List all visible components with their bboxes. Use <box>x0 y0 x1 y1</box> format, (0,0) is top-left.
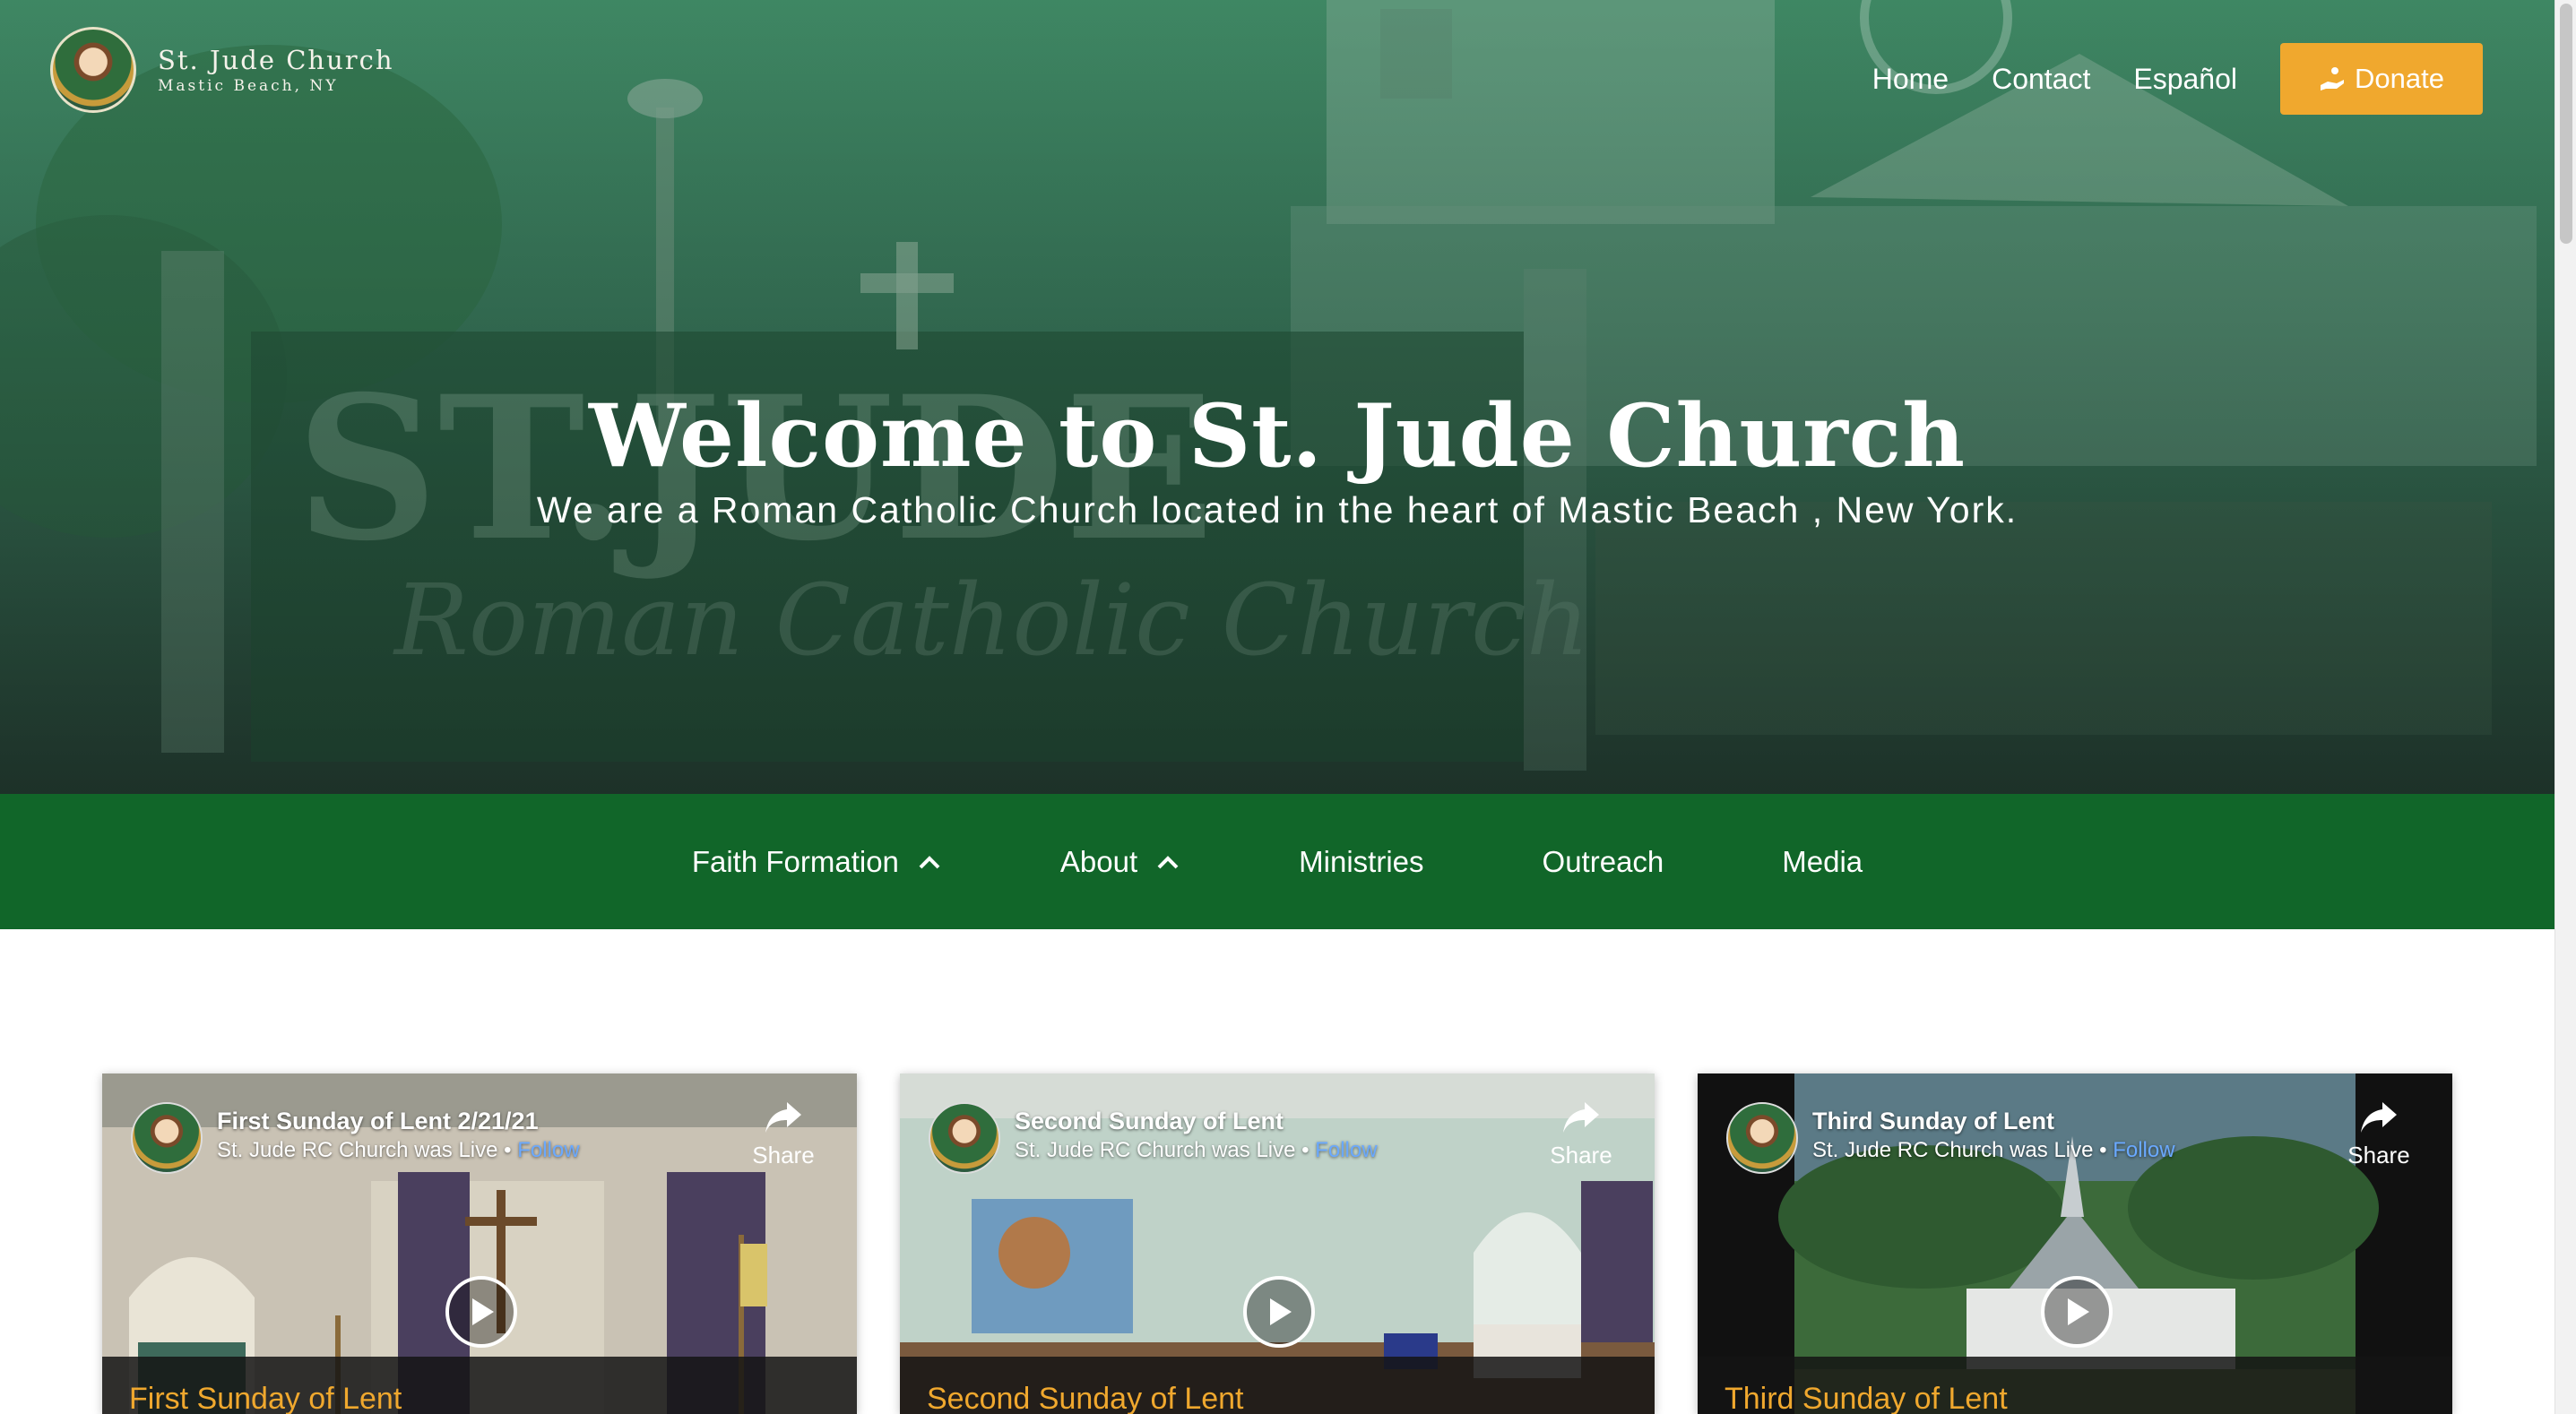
share-arrow-icon <box>2361 1102 2397 1133</box>
play-icon <box>472 1298 494 1325</box>
nav-faith-formation-label: Faith Formation <box>691 844 899 878</box>
nav-home-link[interactable]: Home <box>1872 63 1949 96</box>
scrollbar-thumb[interactable] <box>2560 4 2572 244</box>
video-title[interactable]: First Sunday of Lent 2/21/21 <box>217 1108 539 1135</box>
video-title[interactable]: Third Sunday of Lent <box>1812 1108 2054 1135</box>
follow-link[interactable]: Follow <box>2113 1138 2174 1162</box>
top-navigation: Home Contact Español Donate <box>1829 43 2483 115</box>
follow-link[interactable]: Follow <box>1315 1138 1377 1162</box>
play-button[interactable] <box>1243 1276 1315 1348</box>
video-caption: Third Sunday of Lent <box>1698 1357 2452 1414</box>
nav-outreach-label: Outreach <box>1542 844 1664 878</box>
play-icon <box>2068 1298 2089 1325</box>
share-arrow-icon <box>765 1102 801 1133</box>
video-channel-line: St. Jude RC Church was Live • Follow <box>1015 1138 1378 1163</box>
st-jude-logo-icon <box>50 27 136 113</box>
video-card[interactable]: Third Sunday of Lent St. Jude RC Church … <box>1698 1073 2452 1414</box>
nav-faith-formation[interactable]: Faith Formation <box>692 845 942 879</box>
brand-text: St. Jude Church Mastic Beach, NY <box>158 45 394 95</box>
channel-status: St. Jude RC Church was Live • <box>217 1138 512 1162</box>
nav-about-label: About <box>1059 844 1138 878</box>
chevron-up-icon <box>1157 855 1179 868</box>
donate-label: Donate <box>2355 63 2444 94</box>
nav-about[interactable]: About <box>1060 845 1180 879</box>
hero-title: Welcome to St. Jude Church <box>588 385 1967 487</box>
video-channel-line: St. Jude RC Church was Live • Follow <box>1812 1138 2175 1163</box>
channel-avatar[interactable] <box>929 1102 1000 1174</box>
video-card[interactable]: First Sunday of Lent 2/21/21 St. Jude RC… <box>102 1073 857 1414</box>
chevron-up-icon <box>919 855 940 868</box>
nav-media-label: Media <box>1782 844 1863 878</box>
donate-button[interactable]: Donate <box>2280 43 2483 115</box>
nav-media[interactable]: Media <box>1782 845 1863 879</box>
channel-avatar[interactable] <box>131 1102 203 1174</box>
nav-outreach[interactable]: Outreach <box>1543 845 1664 879</box>
brand-logo-link[interactable]: St. Jude Church Mastic Beach, NY <box>50 27 394 113</box>
hand-donate-icon <box>2321 67 2345 91</box>
brand-location: Mastic Beach, NY <box>158 77 339 95</box>
play-icon <box>1270 1298 1292 1325</box>
nav-espanol-link[interactable]: Español <box>2133 63 2237 96</box>
video-caption: First Sunday of Lent <box>102 1357 857 1414</box>
nav-ministries-label: Ministries <box>1299 844 1424 878</box>
video-channel-line: St. Jude RC Church was Live • Follow <box>217 1138 580 1163</box>
video-card[interactable]: Second Sunday of Lent St. Jude RC Church… <box>900 1073 1655 1414</box>
video-caption: Second Sunday of Lent <box>900 1357 1655 1414</box>
share-button[interactable]: Share <box>2343 1100 2415 1169</box>
nav-ministries[interactable]: Ministries <box>1299 845 1423 879</box>
follow-link[interactable]: Follow <box>517 1138 579 1162</box>
video-title[interactable]: Second Sunday of Lent <box>1015 1108 1284 1135</box>
channel-status: St. Jude RC Church was Live • <box>1015 1138 1310 1162</box>
brand-name: St. Jude Church <box>158 45 394 75</box>
hero-banner: ST.JUDE Roman Catholic Church St. Jude C… <box>0 0 2554 794</box>
play-button[interactable] <box>445 1276 517 1348</box>
hero-subtitle: We are a Roman Catholic Church located i… <box>536 489 2018 530</box>
play-button[interactable] <box>2041 1276 2113 1348</box>
share-button[interactable]: Share <box>1545 1100 1617 1169</box>
channel-status: St. Jude RC Church was Live • <box>1812 1138 2107 1162</box>
share-label: Share <box>1550 1142 1612 1168</box>
section-navigation: Faith Formation About Ministries Outreac… <box>0 794 2554 929</box>
share-button[interactable]: Share <box>748 1100 819 1169</box>
share-label: Share <box>2347 1142 2410 1168</box>
share-arrow-icon <box>1563 1102 1599 1133</box>
channel-avatar[interactable] <box>1726 1102 1798 1174</box>
nav-contact-link[interactable]: Contact <box>1992 63 2090 96</box>
page-scrollbar[interactable] <box>2554 0 2576 1414</box>
share-label: Share <box>752 1142 815 1168</box>
